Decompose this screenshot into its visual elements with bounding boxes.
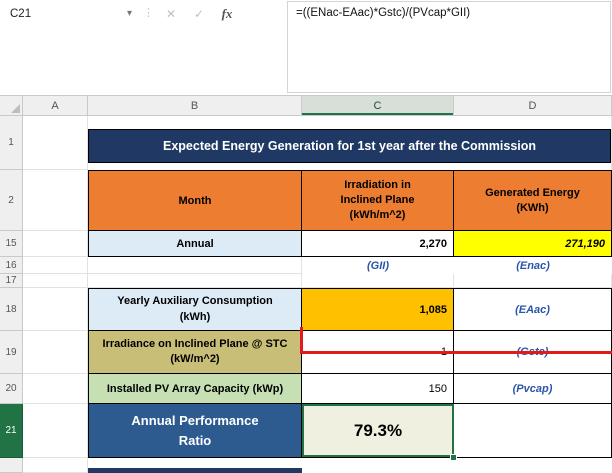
- stc-label-text: Irradiance on Inclined Plane @ STC (kW/m…: [102, 337, 288, 365]
- empty-cell-a2[interactable]: [23, 170, 88, 231]
- spreadsheet-grid: A B C D 1 2 15 16 17 18 19 20 21 Expecte…: [0, 96, 612, 473]
- row-header-19[interactable]: 19: [0, 331, 23, 374]
- empty-cell-d22[interactable]: [454, 458, 612, 473]
- row-header-15[interactable]: 15: [0, 231, 23, 257]
- select-all-corner[interactable]: [0, 96, 23, 116]
- empty-cell-a21[interactable]: [23, 404, 88, 458]
- empty-cell-a16[interactable]: [23, 257, 88, 274]
- title-text: Expected Energy Generation for 1st year …: [162, 139, 537, 153]
- empty-cell-b16[interactable]: [88, 257, 302, 274]
- selection-fill-handle[interactable]: [450, 454, 457, 461]
- name-box-value: C21: [10, 8, 32, 20]
- formula-bar[interactable]: =((ENac-EAac)*Gstc)/(PVcap*GII): [287, 1, 611, 93]
- cell-pvcap-tag[interactable]: (Pvcap): [454, 374, 612, 404]
- select-all-triangle-icon: [11, 104, 20, 113]
- cell-enac-tag[interactable]: (Enac): [454, 257, 612, 274]
- toolbar-separator: ⋮: [143, 7, 154, 19]
- cell-aux-label[interactable]: Yearly Auxiliary Consumption (kWh): [88, 288, 302, 331]
- cell-annual-irradiation[interactable]: 2,270: [302, 231, 454, 257]
- formula-text: =((ENac-EAac)*Gstc)/(PVcap*GII): [296, 7, 471, 19]
- excel-window: C21 ▾ ⋮ ✕ ✓ fx =((ENac-EAac)*Gstc)/(PVca…: [0, 0, 612, 473]
- cell-eaac-tag[interactable]: (EAac): [454, 288, 612, 331]
- formula-toolbar: C21 ▾ ⋮ ✕ ✓ fx =((ENac-EAac)*Gstc)/(PVca…: [0, 0, 612, 96]
- cell-b22-partial[interactable]: [88, 458, 302, 473]
- merged-cell-title[interactable]: Expected Energy Generation for 1st year …: [88, 116, 612, 170]
- empty-cell-a22[interactable]: [23, 458, 88, 473]
- red-annotation-underline: [300, 351, 612, 354]
- cell-apr-label[interactable]: Annual Performance Ratio: [88, 404, 302, 458]
- row-header-1[interactable]: 1: [0, 116, 23, 170]
- empty-cell-a15[interactable]: [23, 231, 88, 257]
- cell-irradiation-header[interactable]: Irradiation in Inclined Plane (kWh/m^2): [302, 170, 454, 231]
- col-header-b[interactable]: B: [88, 96, 302, 116]
- row-header-17[interactable]: 17: [0, 274, 23, 288]
- cancel-icon[interactable]: ✕: [158, 0, 184, 28]
- cell-annual-generated[interactable]: 271,190: [454, 231, 612, 257]
- next-title-strip: [88, 468, 302, 473]
- empty-cell-a1[interactable]: [23, 116, 88, 170]
- apr-label-text: Annual Performance Ratio: [131, 413, 259, 448]
- title-banner: Expected Energy Generation for 1st year …: [88, 129, 611, 163]
- generated-header-text: Generated Energy (KWh): [485, 186, 580, 214]
- cell-pv-label[interactable]: Installed PV Array Capacity (kWp): [88, 374, 302, 404]
- enter-icon[interactable]: ✓: [186, 0, 212, 28]
- col-header-d[interactable]: D: [454, 96, 612, 116]
- empty-cell-a18[interactable]: [23, 288, 88, 331]
- empty-cell-a19[interactable]: [23, 331, 88, 374]
- insert-function-icon[interactable]: fx: [214, 0, 240, 28]
- cell-apr-value-selected[interactable]: 79.3%: [302, 404, 454, 458]
- name-box[interactable]: C21 ▾: [0, 0, 140, 28]
- cell-gii-tag[interactable]: (GII): [302, 257, 454, 274]
- row-header-18[interactable]: 18: [0, 288, 23, 331]
- row-header-partial[interactable]: [0, 458, 23, 473]
- cell-aux-value[interactable]: 1,085: [302, 288, 454, 331]
- empty-cell-c17[interactable]: [302, 274, 454, 288]
- aux-label-text: Yearly Auxiliary Consumption (kWh): [117, 295, 273, 323]
- empty-cell-d17[interactable]: [454, 274, 612, 288]
- empty-cell-a20[interactable]: [23, 374, 88, 404]
- empty-cell-b17[interactable]: [88, 274, 302, 288]
- row-header-20[interactable]: 20: [0, 374, 23, 404]
- row-header-16[interactable]: 16: [0, 257, 23, 274]
- name-box-dropdown-icon[interactable]: ▾: [127, 0, 132, 28]
- empty-cell-c22[interactable]: [302, 458, 454, 473]
- cell-stc-label[interactable]: Irradiance on Inclined Plane @ STC (kW/m…: [88, 331, 302, 374]
- red-annotation-vertical: [300, 327, 303, 354]
- row-header-2[interactable]: 2: [0, 170, 23, 231]
- cell-pv-value[interactable]: 150: [302, 374, 454, 404]
- cell-d21[interactable]: [454, 404, 612, 458]
- cell-month-header[interactable]: Month: [88, 170, 302, 231]
- empty-cell-a17[interactable]: [23, 274, 88, 288]
- col-header-c[interactable]: C: [302, 96, 454, 116]
- irradiation-header-text: Irradiation in Inclined Plane (kWh/m^2): [340, 179, 415, 221]
- cell-generated-header[interactable]: Generated Energy (KWh): [454, 170, 612, 231]
- cell-annual-label[interactable]: Annual: [88, 231, 302, 257]
- row-header-21[interactable]: 21: [0, 404, 23, 458]
- col-header-a[interactable]: A: [23, 96, 88, 116]
